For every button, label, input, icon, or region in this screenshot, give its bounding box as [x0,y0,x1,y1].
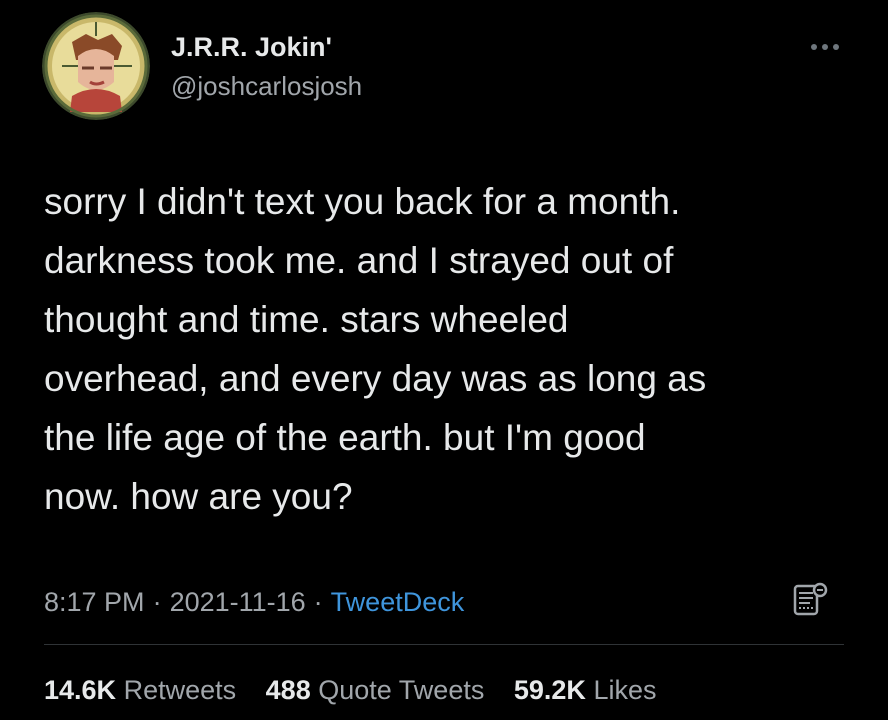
retweets-stat[interactable]: 14.6K Retweets [44,675,236,705]
meta-separator: · [313,587,323,617]
more-horizontal-icon [811,44,839,50]
tweet-date[interactable]: 2021-11-16 [170,587,306,617]
tweet-text-line: the life age of the earth. but I'm good [44,417,646,458]
likes-count: 59.2K [513,675,586,705]
analytics-icon [793,582,828,616]
tweet-text-line: now. how are you? [44,476,353,517]
avatar[interactable] [42,12,150,120]
tweet-card: J.R.R. Jokin' @joshcarlosjosh sorry I di… [0,0,888,720]
tweet-time[interactable]: 8:17 PM [44,587,145,617]
tweet-text-line: thought and time. stars wheeled [44,299,569,340]
tweet-text-line: darkness took me. and I strayed out of [44,240,674,281]
quote-tweets-stat[interactable]: 488 Quote Tweets [266,675,485,705]
engagement-stats: 14.6K Retweets 488 Quote Tweets 59.2K Li… [44,673,656,707]
more-options-button[interactable] [805,35,845,59]
retweets-count: 14.6K [44,675,117,705]
likes-label: Likes [593,675,657,705]
quote-tweets-count: 488 [265,675,311,705]
divider [44,644,844,645]
retweets-label: Retweets [123,675,237,705]
meta-separator: · [152,587,162,617]
user-handle[interactable]: @joshcarlosjosh [171,70,362,102]
tweet-meta: 8:17 PM · 2021-11-16 · TweetDeck [44,585,464,619]
display-name[interactable]: J.R.R. Jokin' [171,30,362,64]
view-analytics-button[interactable] [790,580,830,620]
stained-glass-portrait-icon [42,12,150,120]
tweet-text-line: sorry I didn't text you back for a month… [44,181,681,222]
quote-tweets-label: Quote Tweets [318,675,485,705]
tweet-text: sorry I didn't text you back for a month… [44,172,864,526]
tweet-text-line: overhead, and every day was as long as [44,358,707,399]
source-link[interactable]: TweetDeck [331,587,465,617]
author-block: J.R.R. Jokin' @joshcarlosjosh [171,30,362,102]
likes-stat[interactable]: 59.2K Likes [514,675,657,705]
